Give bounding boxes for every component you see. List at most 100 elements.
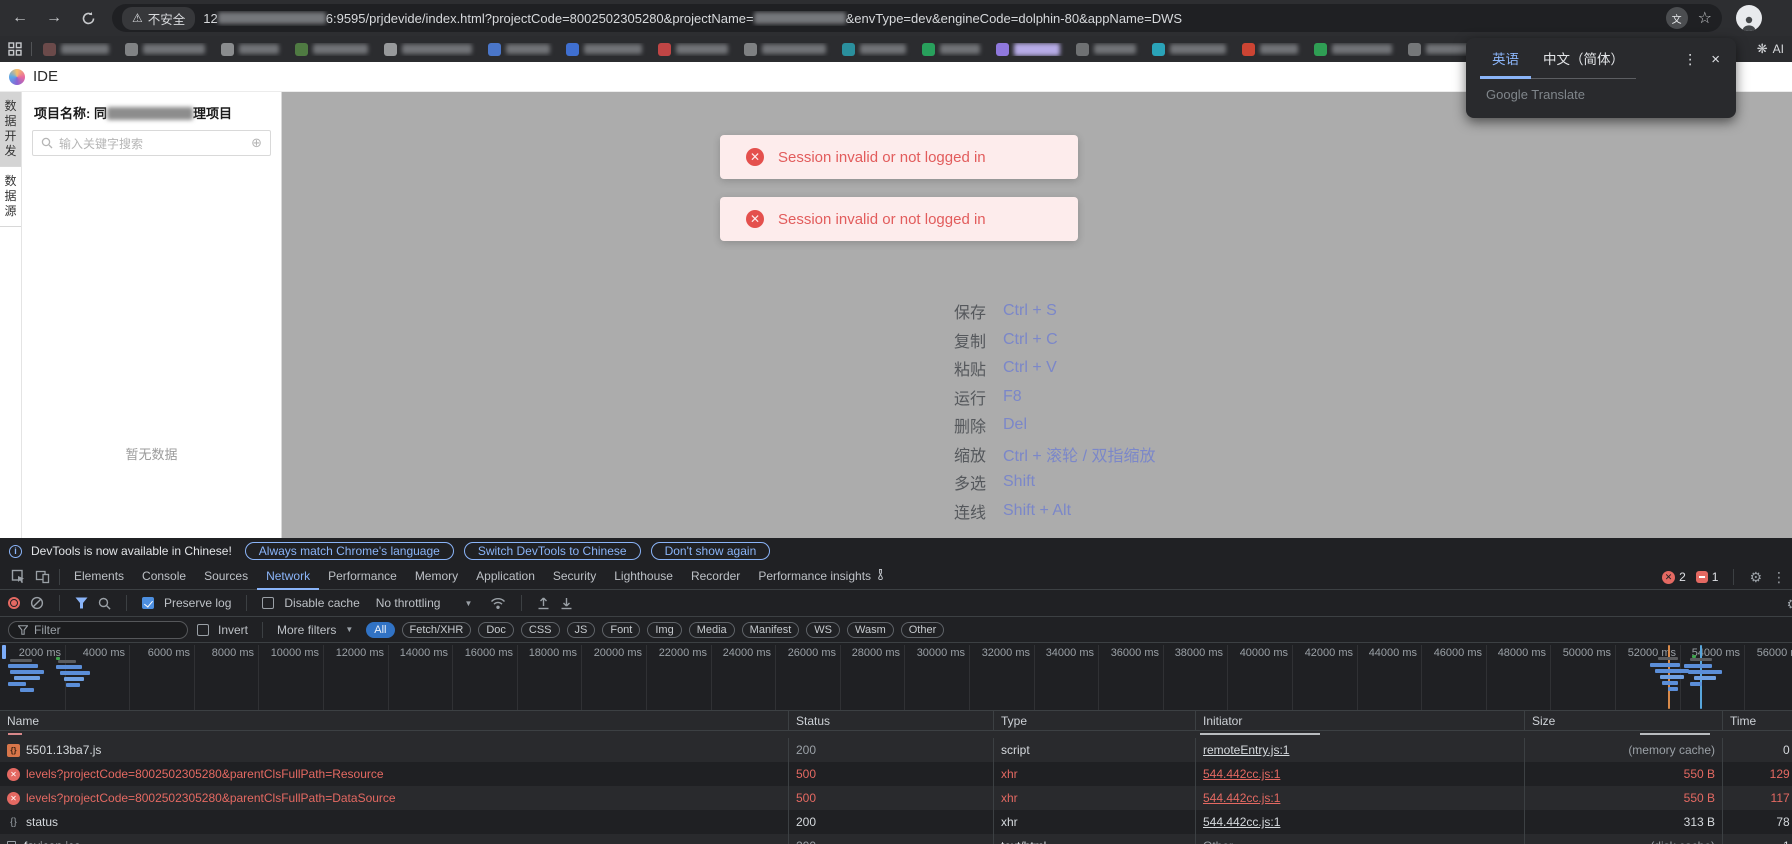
reload-icon[interactable] xyxy=(78,11,98,26)
filter-chip-ws[interactable]: WS xyxy=(806,622,840,638)
devtools-menu-icon[interactable]: ⋮ xyxy=(1772,569,1786,586)
translate-tab-english[interactable]: 英语 xyxy=(1480,48,1531,79)
bookmark-item[interactable] xyxy=(488,43,550,56)
keyword-search-input[interactable]: 输入关键字搜索 ⊕ xyxy=(32,130,271,156)
network-request-row[interactable]: {}5501.13ba7.js200scriptremoteEntry.js:1… xyxy=(0,738,1792,762)
preserve-log-label[interactable]: Preserve log xyxy=(164,596,231,610)
column-header-size[interactable]: Size xyxy=(1524,711,1722,730)
filter-chip-media[interactable]: Media xyxy=(689,622,735,638)
bookmark-item[interactable] xyxy=(1076,43,1136,56)
invert-checkbox[interactable] xyxy=(197,624,209,636)
security-chip[interactable]: ⚠ 不安全 xyxy=(122,7,195,30)
record-network-log-icon[interactable] xyxy=(8,597,20,609)
bookmark-item[interactable] xyxy=(922,43,980,56)
filter-chip-other[interactable]: Other xyxy=(901,622,945,638)
column-header-name[interactable]: Name xyxy=(0,711,788,730)
request-name-cell[interactable]: ✕levels?projectCode=8002502305280&parent… xyxy=(0,786,788,810)
forward-icon[interactable]: → xyxy=(44,9,64,27)
search-network-icon[interactable] xyxy=(98,597,111,610)
import-har-icon[interactable] xyxy=(537,596,550,610)
column-header-time[interactable]: Time xyxy=(1722,711,1792,730)
bookmark-item[interactable] xyxy=(1242,43,1298,56)
issues-badge[interactable]: 1 xyxy=(1696,570,1719,584)
console-error-badge[interactable]: ✕ 2 xyxy=(1662,570,1686,584)
bookmark-item[interactable] xyxy=(744,43,826,56)
filter-chip-css[interactable]: CSS xyxy=(521,622,560,638)
bookmark-item[interactable] xyxy=(384,43,472,56)
sidebar-item-0[interactable]: 数 据 开 发 xyxy=(0,92,21,167)
filter-chip-all[interactable]: All xyxy=(366,622,394,638)
initiator-link[interactable]: 544.442cc.js:1 xyxy=(1203,767,1280,781)
bookmark-item-ai[interactable]: ❋ AI xyxy=(1757,41,1784,57)
request-name-cell[interactable]: ✕levels?projectCode=8002502305280&parent… xyxy=(0,762,788,786)
bookmark-star-icon[interactable]: ☆ xyxy=(1698,8,1712,28)
filter-chip-doc[interactable]: Doc xyxy=(478,622,514,638)
chevron-down-icon[interactable]: ▼ xyxy=(345,625,353,634)
translate-menu-icon[interactable]: ⋮ xyxy=(1675,51,1705,76)
filter-chip-js[interactable]: JS xyxy=(567,622,596,638)
translate-close-icon[interactable]: × xyxy=(1705,51,1722,76)
network-request-row[interactable]: favicon.ico200text/htmlOther(disk cache)… xyxy=(0,834,1792,844)
chevron-down-icon[interactable]: ▼ xyxy=(464,599,472,608)
bookmark-item[interactable] xyxy=(43,43,109,56)
initiator-link[interactable]: remoteEntry.js:1 xyxy=(1203,743,1289,757)
filter-toggle-icon[interactable] xyxy=(75,597,88,609)
tab-application[interactable]: Application xyxy=(467,564,544,590)
disable-cache-checkbox[interactable] xyxy=(262,597,274,609)
sidebar-item-1[interactable]: 数 据 源 xyxy=(0,167,21,227)
translate-tab-chinese[interactable]: 中文（简体） xyxy=(1531,48,1636,79)
column-header-initiator[interactable]: Initiator xyxy=(1195,711,1524,730)
clear-network-log-icon[interactable] xyxy=(30,596,44,610)
request-name-cell[interactable]: favicon.ico xyxy=(0,834,788,844)
tab-lighthouse[interactable]: Lighthouse xyxy=(605,564,682,590)
bookmark-item[interactable] xyxy=(996,43,1060,56)
profile-avatar[interactable] xyxy=(1736,5,1762,31)
network-request-row[interactable]: ✕levels?projectCode=8002502305280&parent… xyxy=(0,762,1792,786)
more-filters-button[interactable]: More filters xyxy=(277,623,336,637)
filter-chip-manifest[interactable]: Manifest xyxy=(742,622,800,638)
tab-security[interactable]: Security xyxy=(544,564,605,590)
bookmark-item[interactable] xyxy=(1314,43,1392,56)
apps-grid-icon[interactable] xyxy=(8,42,22,56)
filter-chip-font[interactable]: Font xyxy=(602,622,640,638)
back-icon[interactable]: ← xyxy=(10,9,30,27)
tab-recorder[interactable]: Recorder xyxy=(682,564,749,590)
column-header-status[interactable]: Status xyxy=(788,711,993,730)
initiator-link[interactable]: 544.442cc.js:1 xyxy=(1203,791,1280,805)
network-overview-timeline[interactable]: 2000 ms4000 ms6000 ms8000 ms10000 ms1200… xyxy=(0,643,1792,711)
network-request-row[interactable]: {}status200xhr544.442cc.js:1313 B78 ms xyxy=(0,810,1792,834)
tab-elements[interactable]: Elements xyxy=(65,564,133,590)
invert-label[interactable]: Invert xyxy=(218,623,248,637)
devtools-settings-icon[interactable]: ⚙ xyxy=(1749,569,1762,586)
translate-icon[interactable]: 文 xyxy=(1666,7,1688,29)
preserve-log-checkbox[interactable] xyxy=(142,597,154,609)
network-request-row[interactable]: ✕levels?projectCode=8002502305280&parent… xyxy=(0,786,1792,810)
network-conditions-icon[interactable] xyxy=(490,597,506,610)
bookmark-item[interactable] xyxy=(221,43,279,56)
filter-chip-fetch-xhr[interactable]: Fetch/XHR xyxy=(402,622,472,638)
dont-show-again-button[interactable]: Don't show again xyxy=(651,542,771,560)
export-har-icon[interactable] xyxy=(560,596,573,610)
tab-performance-insights[interactable]: Performance insights xyxy=(749,564,894,590)
initiator-link[interactable]: 544.442cc.js:1 xyxy=(1203,815,1280,829)
tab-memory[interactable]: Memory xyxy=(406,564,467,590)
address-bar[interactable]: ⚠ 不安全 126:9595/prjdevide/index.html?proj… xyxy=(112,4,1722,32)
throttling-select[interactable]: No throttling xyxy=(376,596,441,610)
filter-input[interactable]: Filter xyxy=(8,621,188,639)
filter-chip-img[interactable]: Img xyxy=(647,622,681,638)
tab-console[interactable]: Console xyxy=(133,564,195,590)
inspect-element-icon[interactable] xyxy=(6,566,30,588)
ide-canvas[interactable]: ✕Session invalid or not logged in✕Sessio… xyxy=(282,92,1792,538)
network-settings-icon[interactable]: ⚙ xyxy=(1786,596,1792,613)
bookmark-item[interactable] xyxy=(566,43,642,56)
tab-network[interactable]: Network xyxy=(257,564,319,590)
bookmark-item[interactable] xyxy=(1152,43,1226,56)
switch-chinese-button[interactable]: Switch DevTools to Chinese xyxy=(464,542,641,560)
request-name-cell[interactable]: {}5501.13ba7.js xyxy=(0,738,788,762)
bookmark-item[interactable] xyxy=(658,43,728,56)
browser-menu-icon[interactable]: ⋮ xyxy=(1776,9,1782,27)
request-name-cell[interactable]: {}status xyxy=(0,810,788,834)
filter-chip-wasm[interactable]: Wasm xyxy=(847,622,894,638)
column-header-type[interactable]: Type xyxy=(993,711,1195,730)
tab-sources[interactable]: Sources xyxy=(195,564,257,590)
